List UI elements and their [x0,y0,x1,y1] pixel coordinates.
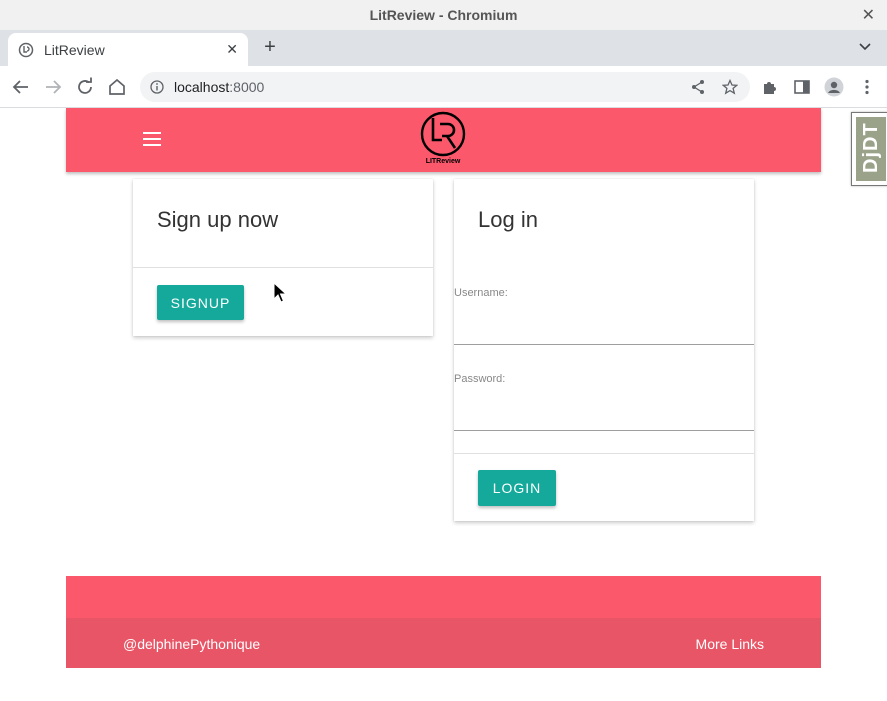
url-host: localhost [174,79,230,95]
tab-strip: LitReview ✕ + [0,30,887,66]
footer-author: @delphinePythonique [123,636,261,652]
bookmark-star-icon[interactable] [722,79,738,95]
browser-toolbar: localhost:8000 [0,66,887,108]
footer-copyright-bar: @delphinePythonique More Links [66,618,821,668]
login-button[interactable]: LOGIN [478,470,556,506]
window-title: LitReview - Chromium [369,7,518,23]
address-bar[interactable]: localhost:8000 [140,72,750,102]
footer-more-links[interactable]: More Links [696,636,764,652]
password-input[interactable] [454,405,754,431]
window-close-icon[interactable]: ✕ [862,5,875,25]
signup-button[interactable]: SIGNUP [157,285,244,320]
extensions-puzzle-icon[interactable] [761,78,779,96]
browser-tab[interactable]: LitReview ✕ [8,33,248,66]
site-info-icon[interactable] [150,80,164,94]
page-viewport: LITReview Sign up now SIGNUP Log in User… [0,108,887,701]
username-input[interactable] [454,319,754,345]
logo-text: LITReview [425,158,461,165]
back-arrow-icon[interactable] [10,76,32,98]
signup-title: Sign up now [157,207,279,232]
hamburger-menu-icon[interactable] [143,132,161,148]
login-divider [454,453,754,454]
mouse-cursor-icon [273,282,287,303]
login-title: Log in [478,207,538,232]
litreview-logo[interactable]: LITReview [418,110,468,168]
tab-search-chevron-icon[interactable] [857,38,873,54]
signup-divider [133,267,433,268]
logo-mark-icon [420,111,466,157]
profile-avatar-icon[interactable] [824,77,844,97]
kebab-menu-icon[interactable] [858,78,876,96]
django-debug-toolbar-handle[interactable]: DjDT [851,112,887,186]
new-tab-icon[interactable]: + [258,35,282,59]
login-card: Log in Username: Password: LOGIN [454,179,754,521]
tab-close-icon[interactable]: ✕ [226,41,238,58]
favicon-icon [18,42,34,57]
tab-title: LitReview [44,41,105,58]
window-titlebar: LitReview - Chromium ✕ [0,0,887,30]
url-text: localhost:8000 [174,79,264,95]
djdt-label: DjDT [860,122,882,173]
site-footer: @delphinePythonique More Links [66,576,821,668]
signup-card: Sign up now SIGNUP [133,179,433,336]
site-navbar: LITReview [66,108,821,172]
forward-arrow-icon[interactable] [42,76,64,98]
reload-icon[interactable] [74,76,96,98]
side-panel-icon[interactable] [793,78,811,96]
username-label: Username: [454,287,508,299]
share-icon[interactable] [690,79,706,95]
url-port: :8000 [229,79,265,95]
password-label: Password: [454,373,506,385]
home-icon[interactable] [106,76,128,98]
